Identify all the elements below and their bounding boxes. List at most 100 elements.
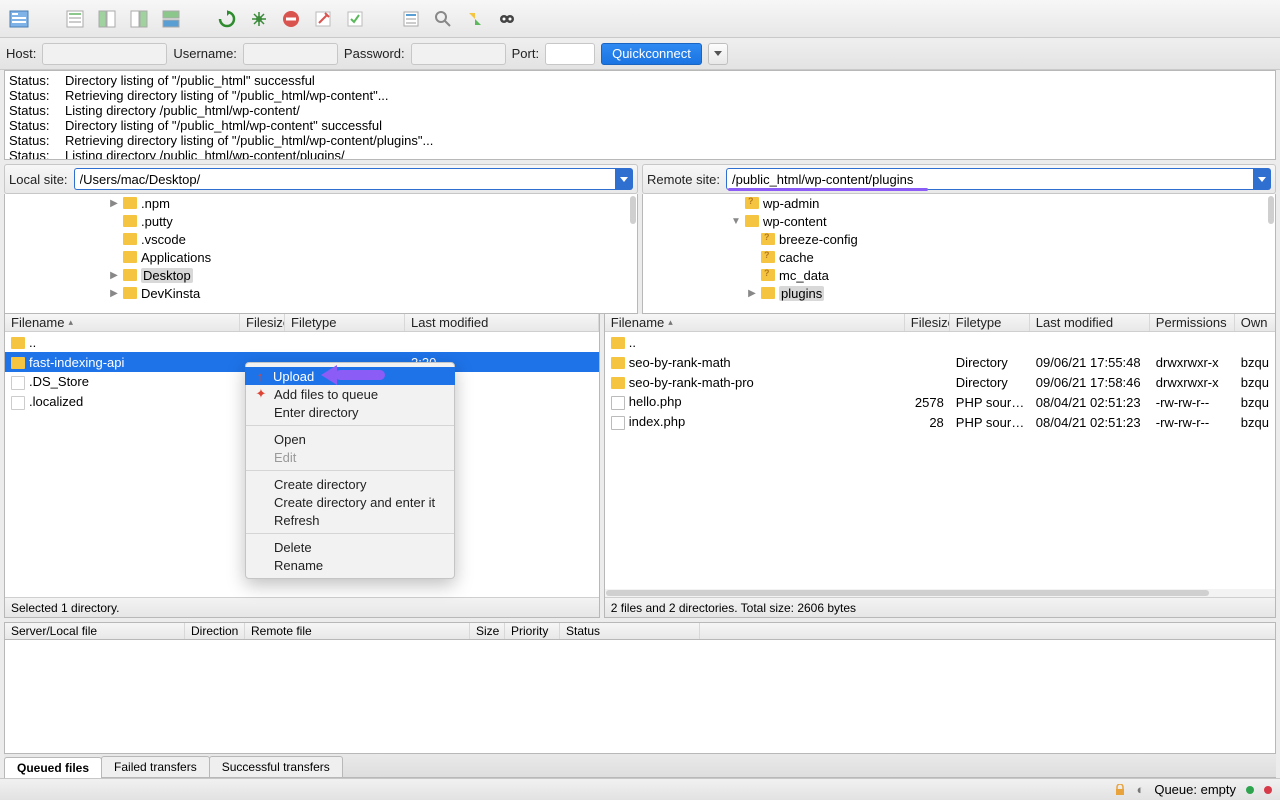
tree-item[interactable]: mc_data xyxy=(643,266,1275,284)
local-tree[interactable]: ▶.npm.putty.vscodeApplications▶Desktop▶D… xyxy=(4,194,638,314)
col-filename[interactable]: Filename xyxy=(5,314,240,331)
tab-failed[interactable]: Failed transfers xyxy=(101,756,210,777)
main-toolbar xyxy=(0,0,1280,38)
password-input[interactable] xyxy=(411,43,506,65)
tree-item[interactable]: ▶DevKinsta xyxy=(5,284,637,302)
menu-delete[interactable]: Delete xyxy=(246,538,454,556)
qcol-remote[interactable]: Remote file xyxy=(245,623,470,639)
tree-item[interactable]: ▶plugins xyxy=(643,284,1275,302)
qcol-status[interactable]: Status xyxy=(560,623,700,639)
reconnect-icon[interactable] xyxy=(342,6,368,32)
toggle-log-icon[interactable] xyxy=(62,6,88,32)
menu-create-directory[interactable]: Create directory xyxy=(246,475,454,493)
queue-body[interactable] xyxy=(4,640,1276,754)
local-site-bar: Local site: xyxy=(4,164,638,194)
menu-create-directory-enter[interactable]: Create directory and enter it xyxy=(246,493,454,511)
port-input[interactable] xyxy=(545,43,595,65)
tree-item[interactable]: .putty xyxy=(5,212,637,230)
toggle-queue-icon[interactable] xyxy=(158,6,184,32)
tab-success[interactable]: Successful transfers xyxy=(209,756,343,777)
remote-tree[interactable]: wp-admin▼wp-contentbreeze-configcachemc_… xyxy=(642,194,1276,314)
find-icon[interactable] xyxy=(494,6,520,32)
tree-item[interactable]: .vscode xyxy=(5,230,637,248)
remote-file-list: Filename Filesize Filetype Last modified… xyxy=(604,314,1276,618)
col-filename[interactable]: Filename xyxy=(605,314,905,331)
queue-header[interactable]: Server/Local file Direction Remote file … xyxy=(4,622,1276,640)
local-path-dropdown[interactable] xyxy=(615,168,633,190)
list-row[interactable]: seo-by-rank-math-proDirectory09/06/21 17… xyxy=(605,372,1275,392)
local-status: Selected 1 directory. xyxy=(5,597,599,617)
statusbar: ◐ Queue: empty xyxy=(0,778,1280,800)
col-own[interactable]: Own xyxy=(1235,314,1275,331)
col-perm[interactable]: Permissions xyxy=(1150,314,1235,331)
add-queue-icon: ✦ xyxy=(254,386,268,402)
status-dot-green xyxy=(1246,786,1254,794)
qcol-direction[interactable]: Direction xyxy=(185,623,245,639)
menu-edit: Edit xyxy=(246,448,454,466)
qcol-priority[interactable]: Priority xyxy=(505,623,560,639)
tree-item[interactable]: cache xyxy=(643,248,1275,266)
list-row[interactable]: hello.php2578PHP sour…08/04/21 02:51:23-… xyxy=(605,392,1275,412)
tree-item[interactable]: ▼wp-content xyxy=(643,212,1275,230)
queue-status: Queue: empty xyxy=(1154,782,1236,797)
col-lastmod[interactable]: Last modified xyxy=(1030,314,1150,331)
remote-site-bar: Remote site: xyxy=(642,164,1276,194)
col-filetype[interactable]: Filetype xyxy=(285,314,405,331)
remote-rows[interactable]: ..seo-by-rank-mathDirectory09/06/21 17:5… xyxy=(605,332,1275,589)
toggle-remote-tree-icon[interactable] xyxy=(126,6,152,32)
tree-item[interactable]: wp-admin xyxy=(643,194,1275,212)
local-path-input[interactable] xyxy=(74,168,615,190)
col-filesize[interactable]: Filesize xyxy=(240,314,285,331)
password-label: Password: xyxy=(344,46,405,61)
context-menu: ↑Upload ✦Add files to queue Enter direct… xyxy=(245,362,455,579)
col-filesize[interactable]: Filesize xyxy=(905,314,950,331)
qcol-server[interactable]: Server/Local file xyxy=(5,623,185,639)
list-row[interactable]: .. xyxy=(5,332,599,352)
help-icon[interactable]: ◐ xyxy=(1136,782,1144,797)
message-log[interactable]: Status:Directory listing of "/public_htm… xyxy=(4,70,1276,160)
annotation-underline xyxy=(728,188,928,191)
lock-icon xyxy=(1114,784,1126,796)
host-input[interactable] xyxy=(42,43,167,65)
list-row[interactable]: index.php28PHP sour…08/04/21 02:51:23-rw… xyxy=(605,412,1275,432)
h-scrollbar[interactable] xyxy=(605,589,1275,597)
menu-add-to-queue[interactable]: ✦Add files to queue xyxy=(246,385,454,403)
tree-item[interactable]: Applications xyxy=(5,248,637,266)
menu-rename[interactable]: Rename xyxy=(246,556,454,574)
refresh-icon[interactable] xyxy=(214,6,240,32)
scrollbar-thumb[interactable] xyxy=(630,196,636,224)
list-row[interactable]: seo-by-rank-mathDirectory09/06/21 17:55:… xyxy=(605,352,1275,372)
search-icon[interactable] xyxy=(430,6,456,32)
disconnect-icon[interactable] xyxy=(310,6,336,32)
scrollbar-thumb[interactable] xyxy=(1268,196,1274,224)
col-filetype[interactable]: Filetype xyxy=(950,314,1030,331)
remote-path-input[interactable] xyxy=(726,168,1253,190)
transfer-tabs: Queued files Failed transfers Successful… xyxy=(4,754,1276,778)
menu-refresh[interactable]: Refresh xyxy=(246,511,454,529)
col-lastmod[interactable]: Last modified xyxy=(405,314,599,331)
tree-item[interactable]: ▶.npm xyxy=(5,194,637,212)
port-label: Port: xyxy=(512,46,539,61)
filter-icon[interactable] xyxy=(398,6,424,32)
qcol-size[interactable]: Size xyxy=(470,623,505,639)
local-list-header[interactable]: Filename Filesize Filetype Last modified xyxy=(5,314,599,332)
toggle-local-tree-icon[interactable] xyxy=(94,6,120,32)
quickconnect-bar: Host: Username: Password: Port: Quickcon… xyxy=(0,38,1280,70)
tree-item[interactable]: ▶Desktop xyxy=(5,266,637,284)
menu-enter-directory[interactable]: Enter directory xyxy=(246,403,454,421)
quickconnect-button[interactable]: Quickconnect xyxy=(601,43,702,65)
remote-list-header[interactable]: Filename Filesize Filetype Last modified… xyxy=(605,314,1275,332)
menu-open[interactable]: Open xyxy=(246,430,454,448)
host-label: Host: xyxy=(6,46,36,61)
tab-queued[interactable]: Queued files xyxy=(4,757,102,778)
list-row[interactable]: .. xyxy=(605,332,1275,352)
tree-item[interactable]: breeze-config xyxy=(643,230,1275,248)
remote-path-dropdown[interactable] xyxy=(1253,168,1271,190)
username-input[interactable] xyxy=(243,43,338,65)
compare-icon[interactable] xyxy=(462,6,488,32)
remote-site-label: Remote site: xyxy=(647,172,720,187)
site-manager-icon[interactable] xyxy=(6,6,32,32)
process-queue-icon[interactable] xyxy=(246,6,272,32)
quickconnect-history-dropdown[interactable] xyxy=(708,43,728,65)
cancel-icon[interactable] xyxy=(278,6,304,32)
